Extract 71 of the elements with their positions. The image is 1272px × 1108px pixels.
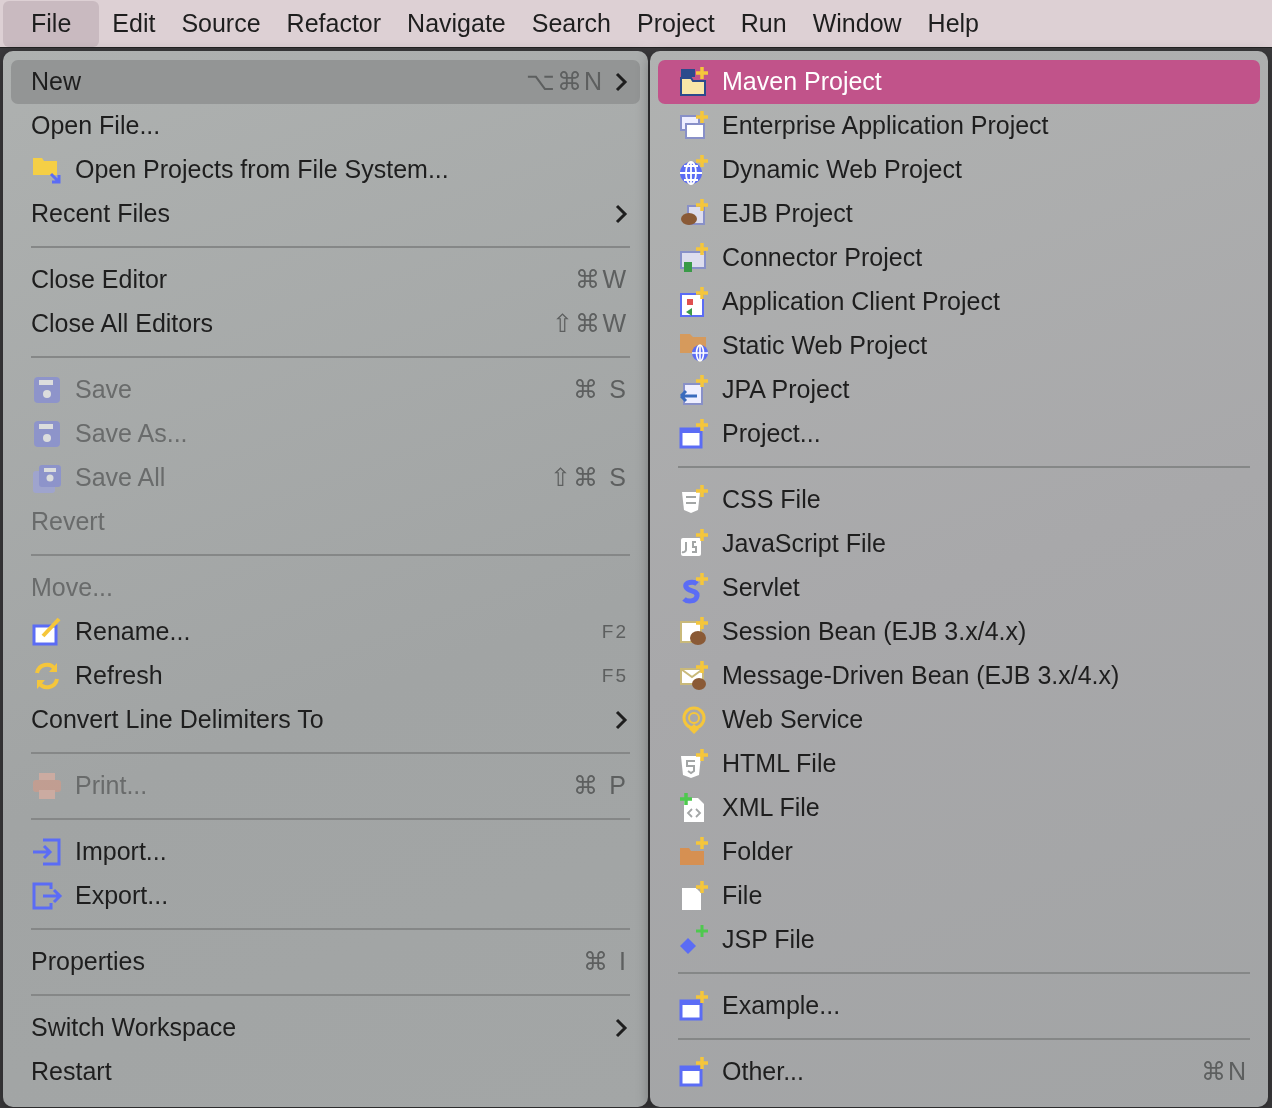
menu-item[interactable]: Enterprise Application Project — [658, 104, 1260, 148]
shortcut-text: F2 — [601, 619, 628, 644]
diamond-plus-icon — [678, 924, 710, 956]
shortcut-text: ⌘ S — [573, 374, 628, 406]
menu-bar-item[interactable]: File — [3, 1, 100, 47]
menu-item[interactable]: Rename... F2 — [11, 610, 640, 654]
menu-item[interactable]: Project... — [658, 412, 1260, 456]
menu-item[interactable]: Session Bean (EJB 3.x/4.x) — [658, 610, 1260, 654]
import-icon — [31, 836, 63, 868]
globe-plus-icon — [678, 154, 710, 186]
menu-item[interactable]: JavaScript File — [658, 522, 1260, 566]
menu-bar-item[interactable]: Window — [799, 1, 915, 47]
menu-bar-item[interactable]: Edit — [99, 1, 169, 47]
menu-item[interactable]: CSS File — [658, 478, 1260, 522]
menu-item[interactable]: Example... — [658, 984, 1260, 1028]
window-plus-icon — [678, 990, 710, 1022]
menu-item[interactable]: Open File... — [11, 104, 640, 148]
menu-item[interactable]: Servlet — [658, 566, 1260, 610]
folder-plus-icon — [678, 836, 710, 868]
export-icon — [31, 880, 63, 912]
menu-bar-item[interactable]: Source — [168, 1, 274, 47]
menu-item[interactable]: Message-Driven Bean (EJB 3.x/4.x) — [658, 654, 1260, 698]
shortcut-text: ⌘ I — [583, 946, 628, 978]
shortcut-text: F5 — [601, 663, 628, 688]
envelope-bean-icon — [678, 660, 710, 692]
menu-item[interactable]: JPA Project — [658, 368, 1260, 412]
shortcut-text: ⌘ P — [573, 770, 628, 802]
menu-item[interactable]: File — [658, 874, 1260, 918]
folder-plus-icon — [678, 66, 710, 98]
menu-item[interactable]: Convert Line Delimiters To — [11, 698, 640, 742]
menu-item[interactable]: Dynamic Web Project — [658, 148, 1260, 192]
menu-item[interactable]: Connector Project — [658, 236, 1260, 280]
menu-item[interactable]: Switch Workspace — [11, 1006, 640, 1050]
menu-item[interactable]: JSP File — [658, 918, 1260, 962]
menu-item[interactable]: Properties ⌘ I — [11, 940, 640, 984]
printer-icon — [31, 770, 63, 802]
menu-item[interactable]: Export... — [11, 874, 640, 918]
shortcut-text: ⇧⌘ S — [550, 462, 628, 494]
menu-item[interactable]: Application Client Project — [658, 280, 1260, 324]
shortcut-text: ⌘W — [575, 264, 628, 296]
menu-item[interactable]: HTML File — [658, 742, 1260, 786]
shortcut-text: ⇧⌘W — [552, 308, 628, 340]
menu-bar-item[interactable]: Navigate — [394, 1, 519, 47]
window-shapes-plus-icon — [678, 286, 710, 318]
menu-item[interactable]: EJB Project — [658, 192, 1260, 236]
windows-plus-icon — [678, 110, 710, 142]
menu-bar-item[interactable]: Help — [914, 1, 992, 47]
menu-item[interactable]: Folder — [658, 830, 1260, 874]
menu-item[interactable]: Other... ⌘N — [658, 1050, 1260, 1094]
menu-item[interactable]: Maven Project — [658, 60, 1260, 104]
menu-item[interactable]: Static Web Project — [658, 324, 1260, 368]
menu-bar-item[interactable]: Search — [518, 1, 624, 47]
window-plus-icon — [678, 418, 710, 450]
bean-document-icon — [678, 616, 710, 648]
menu-bar-item[interactable]: Run — [727, 1, 800, 47]
menu-bar-item[interactable]: Refactor — [273, 1, 395, 47]
menu-item[interactable]: XML File — [658, 786, 1260, 830]
menu-item[interactable]: Open Projects from File System... — [11, 148, 640, 192]
menu-item[interactable]: Close All Editors ⇧⌘W — [11, 302, 640, 346]
pencil-window-icon — [31, 616, 63, 648]
menu-item[interactable]: Restart — [11, 1050, 640, 1094]
menu-item[interactable]: Refresh F5 — [11, 654, 640, 698]
window-plus-icon — [678, 1056, 710, 1088]
shield-plus-icon — [678, 748, 710, 780]
menu-bar-item[interactable]: Project — [624, 1, 728, 47]
menu-item[interactable]: Recent Files — [11, 192, 640, 236]
floppy-disks-icon — [31, 462, 63, 494]
menu-item[interactable]: Import... — [11, 830, 640, 874]
menu-item[interactable]: Web Service — [658, 698, 1260, 742]
shortcut-text: ⌘N — [1200, 1056, 1248, 1088]
menu-item[interactable]: Close Editor ⌘W — [11, 258, 640, 302]
